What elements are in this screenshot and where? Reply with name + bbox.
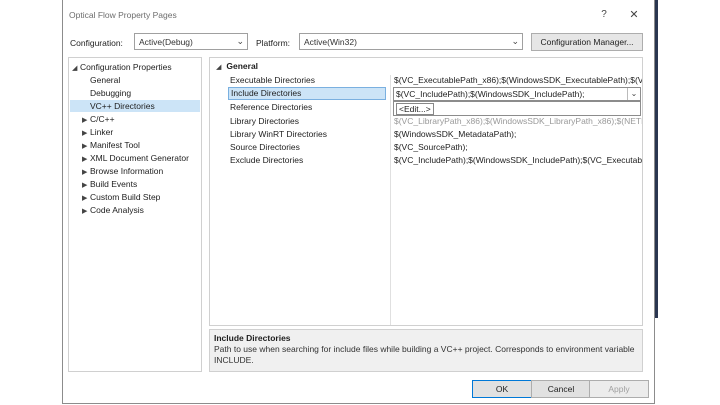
property-value: $(WindowsSDK_MetadataPath);	[394, 129, 517, 139]
tree-item-label: Linker	[90, 127, 114, 137]
property-value: $(VC_LibraryPath_x86);$(WindowsSDK_Libra…	[394, 116, 643, 126]
property-row[interactable]: Executable Directories $(VC_ExecutablePa…	[210, 74, 642, 87]
tree-item[interactable]: ▶ Manifest Tool	[82, 139, 140, 151]
tree-root[interactable]: ◢ Configuration Properties	[72, 61, 172, 73]
cancel-button[interactable]: Cancel	[531, 380, 591, 398]
property-tree: ◢ Configuration Properties General Debugg…	[68, 57, 202, 372]
configuration-value: Active(Debug)	[139, 37, 193, 47]
property-name: Library WinRT Directories	[230, 129, 327, 139]
property-row[interactable]: Source Directories $(VC_SourcePath);	[210, 141, 642, 154]
chevron-down-icon: ⌄	[511, 36, 519, 46]
tree-item-label: C/C++	[90, 114, 115, 124]
include-directories-value: $(VC_IncludePath);$(WindowsSDK_IncludePa…	[396, 89, 585, 99]
help-button[interactable]: ?	[596, 8, 612, 22]
title-bar: Optical Flow Property Pages ? ✕	[63, 0, 654, 30]
chevron-down-icon: ⌄	[236, 36, 244, 46]
tree-item-selected[interactable]: VC++ Directories	[70, 100, 200, 112]
configuration-row: Configuration: Active(Debug) ⌄ Platform:…	[63, 33, 654, 53]
expanded-triangle-icon[interactable]: ◢	[216, 64, 221, 71]
tree-item-label: Debugging	[90, 88, 132, 98]
configuration-label: Configuration:	[70, 38, 123, 48]
collapsed-triangle-icon[interactable]: ▶	[82, 206, 90, 218]
property-name: Executable Directories	[230, 75, 316, 85]
property-row[interactable]: Library Directories $(VC_LibraryPath_x86…	[210, 115, 642, 128]
tree-item-label: Code Analysis	[90, 205, 144, 215]
expanded-triangle-icon[interactable]: ◢	[72, 63, 80, 75]
property-row[interactable]: Exclude Directories $(VC_IncludePath);$(…	[210, 154, 642, 167]
tree-root-label: Configuration Properties	[80, 62, 172, 72]
edit-option[interactable]: <Edit...>	[396, 103, 434, 115]
property-row[interactable]: Library WinRT Directories $(WindowsSDK_M…	[210, 128, 642, 141]
property-value: $(VC_SourcePath);	[394, 142, 468, 152]
property-name: Source Directories	[230, 142, 300, 152]
tree-item[interactable]: ▶ XML Document Generator	[82, 152, 189, 164]
background-area	[655, 0, 720, 405]
include-directories-dropdown-list: <Edit...>	[393, 101, 641, 116]
category-label: General	[226, 61, 259, 71]
tree-item[interactable]: ▶ C/C++	[82, 113, 115, 125]
grid-category[interactable]: ◢ General	[216, 61, 258, 71]
property-name: Library Directories	[230, 116, 299, 126]
apply-button[interactable]: Apply	[589, 380, 649, 398]
tree-item[interactable]: ▶ Linker	[82, 126, 113, 138]
property-name: Include Directories	[228, 87, 386, 100]
description-title: Include Directories	[214, 333, 291, 343]
close-button[interactable]: ✕	[626, 8, 642, 22]
tree-item-label: Browse Information	[90, 166, 164, 176]
property-name: Exclude Directories	[230, 155, 304, 165]
platform-dropdown[interactable]: Active(Win32) ⌄	[299, 33, 523, 50]
description-panel: Include Directories Path to use when sea…	[209, 329, 643, 372]
tree-item-label: Build Events	[90, 179, 138, 189]
configuration-dropdown[interactable]: Active(Debug) ⌄	[134, 33, 248, 50]
chevron-down-icon[interactable]: ⌄	[627, 88, 640, 100]
tree-item-label: VC++ Directories	[90, 101, 155, 111]
configuration-manager-button[interactable]: Configuration Manager...	[531, 33, 643, 51]
tree-item-label: Custom Build Step	[90, 192, 161, 202]
description-text: Path to use when searching for include f…	[214, 344, 635, 365]
tree-item[interactable]: Debugging	[82, 87, 131, 99]
ok-button[interactable]: OK	[472, 380, 532, 398]
tree-item[interactable]: ▶ Build Events	[82, 178, 137, 190]
platform-label: Platform:	[256, 38, 291, 48]
property-name: Reference Directories	[230, 102, 313, 112]
tree-item[interactable]: ▶ Code Analysis	[82, 204, 144, 216]
property-value: $(VC_IncludePath);$(WindowsSDK_IncludePa…	[394, 155, 643, 165]
property-grid: ◢ General Executable Directories $(VC_Exe…	[209, 57, 643, 326]
background-edge	[655, 0, 658, 318]
include-directories-input[interactable]: $(VC_IncludePath);$(WindowsSDK_IncludePa…	[393, 87, 641, 101]
property-pages-dialog: Optical Flow Property Pages ? ✕ Configur…	[62, 0, 655, 404]
tree-item[interactable]: General	[82, 74, 120, 86]
tree-item-label: General	[90, 75, 121, 85]
property-value: $(VC_ExecutablePath_x86);$(WindowsSDK_Ex…	[394, 75, 643, 85]
tree-item[interactable]: ▶ Browse Information	[82, 165, 163, 177]
tree-item-label: XML Document Generator	[90, 153, 189, 163]
tree-item-label: Manifest Tool	[90, 140, 140, 150]
platform-value: Active(Win32)	[304, 37, 357, 47]
tree-item[interactable]: ▶ Custom Build Step	[82, 191, 160, 203]
window-title: Optical Flow Property Pages	[69, 10, 177, 20]
